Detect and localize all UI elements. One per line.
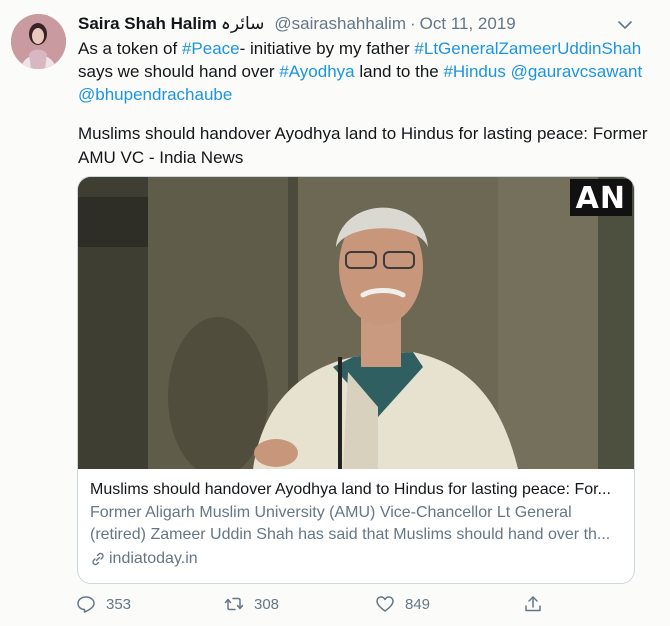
reply-button[interactable]: 353 [76, 594, 131, 614]
link-card[interactable]: AN Muslims should handover Ayodhya land … [77, 176, 635, 584]
link-icon [92, 552, 104, 566]
avatar[interactable] [11, 14, 66, 69]
mention-bhupendrachaube[interactable]: @bhupendrachaube [78, 85, 232, 104]
tweet-text-part: - initiative by my father [239, 39, 415, 58]
display-name-urdu: سائرہ [220, 14, 265, 33]
retweet-button[interactable]: 308 [224, 594, 279, 614]
card-description: Former Aligarh Muslim University (AMU) V… [90, 504, 611, 543]
hashtag-ayodhya[interactable]: #Ayodhya [279, 62, 354, 81]
tweet: Saira Shah Halim سائرہ @sairashahhalim · Oct… [0, 0, 670, 626]
card-body[interactable]: Muslims should handover Ayodhya land to … [78, 469, 634, 570]
card-domain[interactable]: indiatoday.in [90, 548, 622, 570]
tweet-text-part: land to the [354, 62, 444, 81]
share-icon [525, 596, 541, 612]
share-button[interactable] [523, 594, 553, 614]
retweet-count: 308 [254, 595, 280, 613]
tweet-date[interactable]: Oct 11, 2019 [420, 14, 516, 33]
reply-icon [77, 596, 95, 613]
tweet-text-part: says we should hand over [78, 62, 280, 81]
chevron-down-icon[interactable] [616, 16, 634, 34]
reply-count: 353 [106, 595, 132, 613]
like-icon [376, 596, 394, 612]
card-domain-text: indiatoday.in [109, 550, 198, 567]
tweet-text-part: As a token of [78, 39, 182, 58]
like-count: 849 [405, 595, 431, 613]
card-title[interactable]: Muslims should handover Ayodhya land to … [90, 479, 622, 501]
tweet-text-headline: Muslims should handover Ayodhya land to … [78, 124, 648, 167]
mention-gauravcsawant[interactable]: @gauravcsawant [511, 62, 643, 81]
card-image[interactable]: AN [78, 177, 634, 469]
hashtag-peace[interactable]: #Peace [182, 39, 240, 58]
display-name[interactable]: Saira Shah Halim [78, 14, 217, 33]
hashtag-hindus[interactable]: #Hindus [443, 62, 505, 81]
separator-dot: · [409, 14, 416, 33]
hashtag-general[interactable]: #LtGeneralZameerUddinShah [414, 39, 641, 58]
user-handle[interactable]: @sairashahhalim [274, 14, 406, 33]
tweet-text: As a token of #Peace- initiative by my f… [78, 37, 653, 106]
tweet-header: Saira Shah Halim سائرہ @sairashahhalim · Oct… [78, 13, 516, 35]
retweet-icon [224, 597, 244, 611]
tweet-actions: 353 308 849 [76, 594, 556, 618]
like-button[interactable]: 849 [375, 594, 430, 614]
ani-logo: AN [569, 179, 632, 216]
